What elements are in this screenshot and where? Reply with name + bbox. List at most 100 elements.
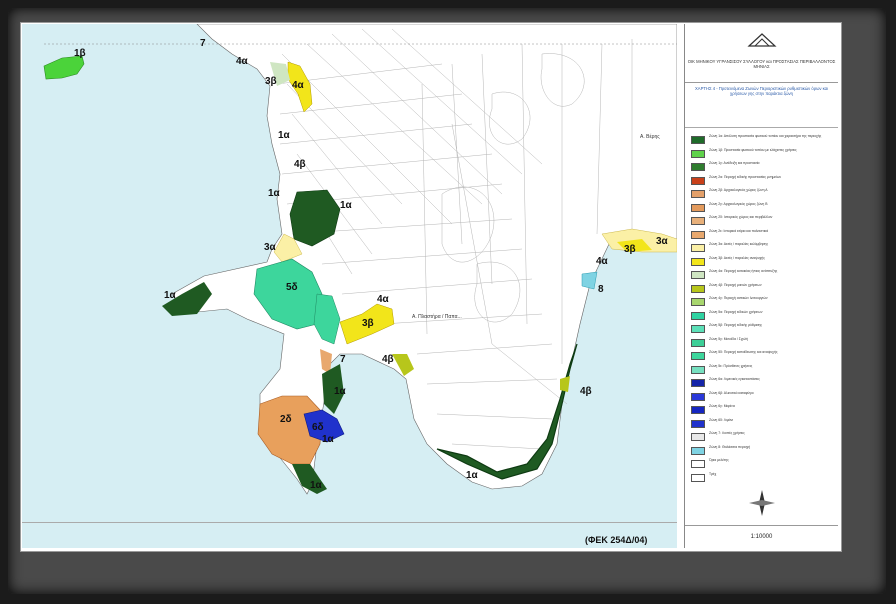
legend-text: Ζώνη 5α: Περιοχή ειδικών χρήσεων: [709, 309, 763, 314]
zone-label: 1α: [466, 470, 478, 481]
legend-swatch: [691, 230, 705, 239]
legend-text: Όρια μελέτης: [709, 458, 729, 462]
legend-item: Τρέχ: [685, 472, 838, 486]
logo-icon: [746, 33, 777, 47]
legend-text: Τρέχ: [709, 471, 717, 476]
zone-label: 6δ: [312, 422, 324, 433]
legend-item: Ζώνη 5ε: Πρόσθετες χρήσεις: [685, 364, 838, 378]
legend-swatch: [691, 203, 705, 212]
legend-swatch: [691, 284, 705, 293]
legend-swatch: [691, 244, 705, 252]
legend-item: Ζώνη 1α: Απόλυτη προστασία φυσικού τοπίο…: [685, 134, 838, 148]
legend-item: Ζώνη 4γ: Περιοχή αστικών λειτουργιών: [685, 296, 838, 310]
legend-text: Ζώνη 4γ: Περιοχή αστικών λειτουργιών: [709, 296, 768, 300]
place-label-2: Α. Πλαστήρα / Παπα...: [412, 314, 462, 320]
legend-text: Ζώνη 8: Θαλάσσια περιοχή: [709, 444, 751, 449]
legend-swatch: [691, 257, 705, 266]
zone-label: 1α: [322, 434, 334, 445]
legend-swatch: [691, 311, 705, 320]
legend-item: Ζώνη 4α: Περιοχή κατοικίας ήπιας ανάπτυξ…: [685, 269, 838, 283]
legend-text: Ζώνη 2ε: Ιστορικά κτίρια και πολιτιστικά: [709, 228, 769, 233]
legend-swatch: [691, 365, 705, 374]
legend-item: Ζώνη 2γ: Αρχαιολογικός χώρος ζώνη Β: [685, 202, 838, 216]
legend-text: Ζώνη 2γ: Αρχαιολογικός χώρος ζώνη Β: [709, 201, 768, 206]
zone-label: 4α: [377, 294, 389, 305]
legend-text: Ζώνη 3β: Ακτές / παραλίες αναψυχής: [709, 255, 765, 260]
legend-swatch: [691, 392, 705, 401]
zone-label: 4α: [236, 56, 248, 67]
zone-label: 1α: [268, 188, 280, 199]
zone-label: 3β: [265, 76, 277, 87]
zone-label: 3β: [362, 318, 374, 329]
legend-organization: ΟΙΚ ΜΗΝΙΚΟΥ ΥΓΡΑΝΣΙΣΟΥ ΣΥΛΛΟΓΟΥ και ΠΡΟΣ…: [687, 59, 836, 69]
zone-label: 1α: [310, 480, 322, 491]
legend-header: ΟΙΚ ΜΗΝΙΚΟΥ ΥΓΡΑΝΣΙΣΟΥ ΣΥΛΛΟΓΟΥ και ΠΡΟΣ…: [685, 24, 838, 83]
legend-text: Ζώνη 4α: Περιοχή κατοικίας ήπιας ανάπτυξ…: [709, 269, 778, 273]
zone-label: 8: [598, 284, 604, 295]
legend-item: Ζώνη 3β: Ακτές / παραλίες αναψυχής: [685, 256, 838, 270]
legend-item: Ζώνη 7: Λοιπές χρήσεις: [685, 431, 838, 445]
legend-text: Ζώνη 6δ: Λιμάνι: [709, 417, 734, 422]
zone-label: 4β: [580, 386, 592, 397]
legend-item: Ζώνη 5β: Περιοχή ειδικής ρύθμισης: [685, 323, 838, 337]
legend-item: Ζώνη 1β: Προστασία φυσικού τοπίου με ελά…: [685, 148, 838, 162]
legend-text: Ζώνη 7: Λοιπές χρήσεις: [709, 431, 745, 435]
legend-text: Ζώνη 6α: Λιμενικές εγκαταστάσεις: [709, 377, 760, 381]
legend-swatch: [691, 446, 705, 455]
legend-title: ΧΑΡΤΗΣ 4 - Προτεινόμενα Ζωνών Περιοριστι…: [685, 83, 838, 128]
legend-swatch: [691, 136, 705, 144]
zoning-map[interactable]: Α. Βέρης Α. Πλαστήρα / Παπα... 1β 7 4α 3…: [22, 24, 677, 548]
zone-label: 1α: [278, 130, 290, 141]
legend-item: Ζώνη 6γ: Μαρίνα: [685, 404, 838, 418]
legend-text: Ζώνη 5β: Περιοχή ειδικής ρύθμισης: [709, 323, 763, 327]
legend-items: Ζώνη 1α: Απόλυτη προστασία φυσικού τοπίο…: [685, 128, 838, 485]
map-legend: ΟΙΚ ΜΗΝΙΚΟΥ ΥΓΡΑΝΣΙΣΟΥ ΣΥΛΛΟΓΟΥ και ΠΡΟΣ…: [684, 24, 838, 548]
zone-label: 4β: [294, 159, 306, 170]
zone-label: 1α: [340, 200, 352, 211]
legend-swatch: [691, 163, 705, 171]
legend-swatch: [691, 419, 705, 428]
zone-label: 4α: [596, 256, 608, 267]
legend-text: Ζώνη 2α: Περιοχή ειδικής προστασίας μνημ…: [709, 174, 782, 179]
legend-swatch: [691, 325, 705, 333]
legend-text: Ζώνη 1α: Απόλυτη προστασία φυσικού τοπίο…: [709, 134, 822, 138]
legend-item: Ζώνη 2α: Περιοχή ειδικής προστασίας μνημ…: [685, 175, 838, 189]
zone-label: 3α: [656, 236, 668, 247]
legend-item: Ζώνη 1γ: Ανάδειξη και προστασία: [685, 161, 838, 175]
zone-label: 2δ: [280, 414, 292, 425]
zone-label: 3α: [264, 242, 276, 253]
legend-swatch: [691, 433, 705, 441]
legend-text: Ζώνη 5ε: Πρόσθετες χρήσεις: [709, 363, 753, 368]
legend-item: Όρια μελέτης: [685, 458, 838, 472]
legend-swatch: [691, 379, 705, 387]
legend-swatch: [691, 217, 705, 225]
zone-label: 7: [200, 38, 206, 49]
legend-item: Ζώνη 2ε: Ιστορικά κτίρια και πολιτιστικά: [685, 229, 838, 243]
zone-label: 1α: [334, 386, 346, 397]
legend-text: Ζώνη 1β: Προστασία φυσικού τοπίου με ελά…: [709, 147, 797, 152]
zone-label: 1α: [164, 290, 176, 301]
legend-item: Ζώνη 5γ: Μονάδα / Σχολή: [685, 337, 838, 351]
zone-label: 7: [340, 354, 346, 365]
gazette-reference: (ΦΕΚ 254Δ/04): [585, 535, 648, 545]
legend-swatch: [691, 338, 705, 347]
zone-label: 5δ: [286, 282, 298, 293]
legend-item: Ζώνη 2β: Αρχαιολογικός χώρος ζώνη Α: [685, 188, 838, 202]
legend-text: Ζώνη 4β: Περιοχή μικτών χρήσεων: [709, 282, 762, 287]
legend-text: Ζώνη 1γ: Ανάδειξη και προστασία: [709, 161, 760, 165]
map-canvas: [22, 24, 677, 548]
legend-item: Ζώνη 6α: Λιμενικές εγκαταστάσεις: [685, 377, 838, 391]
legend-item: Ζώνη 3α: Ακτές / παραλίες κολύμβησης: [685, 242, 838, 256]
legend-swatch: [691, 473, 705, 482]
place-label-1: Α. Βέρης: [640, 134, 660, 140]
legend-swatch: [691, 176, 705, 185]
legend-text: Ζώνη 2β: Αρχαιολογικός χώρος ζώνη Α: [709, 188, 768, 192]
legend-item: Ζώνη 5δ: Περιοχή εκπαίδευσης και αναψυχή…: [685, 350, 838, 364]
legend-item: Ζώνη 4β: Περιοχή μικτών χρήσεων: [685, 283, 838, 297]
legend-item: Ζώνη 6β: Αλιευτικό καταφύγιο: [685, 391, 838, 405]
legend-swatch: [691, 190, 705, 198]
legend-swatch: [691, 149, 705, 158]
zone-label: 1β: [74, 48, 86, 59]
scale-label: 1:10000: [685, 525, 838, 548]
legend-text: Ζώνη 3α: Ακτές / παραλίες κολύμβησης: [709, 242, 769, 246]
